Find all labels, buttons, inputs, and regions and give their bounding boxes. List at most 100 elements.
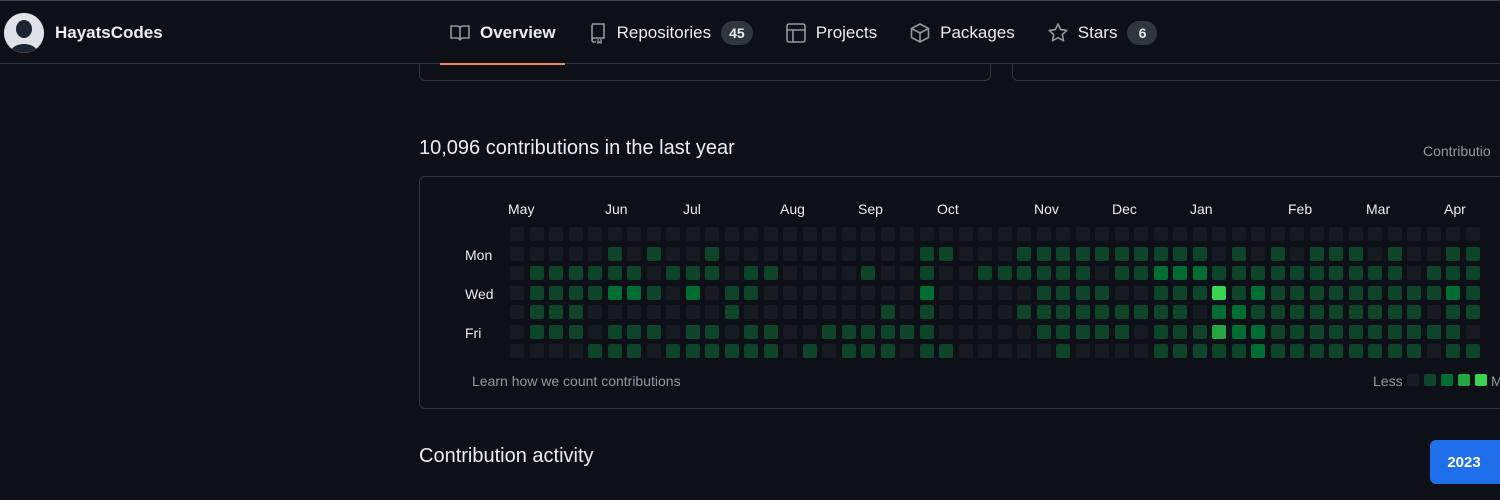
contribution-day-cell[interactable] [1095,324,1109,339]
contribution-day-cell[interactable] [978,246,992,261]
contribution-day-cell[interactable] [705,246,719,261]
contribution-day-cell[interactable] [841,305,856,319]
contribution-day-cell[interactable] [1387,227,1402,241]
contribution-day-cell[interactable] [705,344,719,358]
contribution-day-cell[interactable] [1212,285,1226,300]
contribution-day-cell[interactable] [783,285,797,300]
contribution-day-cell[interactable] [1075,344,1090,358]
contribution-day-cell[interactable] [1192,246,1207,261]
contribution-day-cell[interactable] [1075,246,1090,261]
contribution-day-cell[interactable] [958,285,973,300]
contribution-day-cell[interactable] [549,305,563,319]
contribution-day-cell[interactable] [880,324,895,339]
contribution-day-cell[interactable] [1095,305,1109,319]
contribution-day-cell[interactable] [1387,305,1402,319]
contribution-day-cell[interactable] [1153,246,1168,261]
contribution-day-cell[interactable] [939,305,953,319]
contribution-day-cell[interactable] [1348,227,1363,241]
contribution-day-cell[interactable] [549,227,563,241]
contribution-day-cell[interactable] [1387,324,1402,339]
contribution-day-cell[interactable] [549,324,563,339]
contribution-day-cell[interactable] [1290,324,1304,339]
contribution-day-cell[interactable] [900,344,914,358]
contribution-day-cell[interactable] [783,266,797,280]
contribution-day-cell[interactable] [1134,246,1148,261]
contribution-day-cell[interactable] [1251,246,1265,261]
contribution-day-cell[interactable] [685,246,700,261]
contribution-day-cell[interactable] [510,344,524,358]
contribution-day-cell[interactable] [685,305,700,319]
contribution-day-cell[interactable] [1426,246,1441,261]
contribution-day-cell[interactable] [958,305,973,319]
contribution-day-cell[interactable] [1407,305,1421,319]
contribution-day-cell[interactable] [1212,305,1226,319]
tab-packages[interactable]: Packages [900,1,1024,65]
contribution-day-cell[interactable] [1446,246,1460,261]
contribution-day-cell[interactable] [1114,344,1129,358]
contribution-day-cell[interactable] [627,344,641,358]
contribution-day-cell[interactable] [1212,246,1226,261]
contribution-day-cell[interactable] [919,285,934,300]
contribution-day-cell[interactable] [1309,305,1324,319]
contribution-day-cell[interactable] [1017,324,1031,339]
contribution-day-cell[interactable] [900,305,914,319]
contribution-day-cell[interactable] [978,227,992,241]
year-2023-button[interactable]: 2023 [1430,440,1500,484]
contribution-day-cell[interactable] [1446,227,1460,241]
contribution-day-cell[interactable] [978,344,992,358]
contribution-day-cell[interactable] [549,266,563,280]
contribution-day-cell[interactable] [607,266,622,280]
contribution-day-cell[interactable] [1348,344,1363,358]
contribution-day-cell[interactable] [1426,285,1441,300]
contribution-day-cell[interactable] [997,305,1012,319]
contribution-day-cell[interactable] [1231,344,1246,358]
contribution-day-cell[interactable] [607,285,622,300]
contribution-day-cell[interactable] [997,285,1012,300]
contribution-day-cell[interactable] [1270,324,1285,339]
contribution-day-cell[interactable] [1387,344,1402,358]
contribution-day-cell[interactable] [1329,266,1343,280]
contribution-day-cell[interactable] [958,324,973,339]
contribution-day-cell[interactable] [997,324,1012,339]
contribution-day-cell[interactable] [1251,227,1265,241]
contribution-day-cell[interactable] [1134,344,1148,358]
contribution-day-cell[interactable] [705,227,719,241]
contribution-day-cell[interactable] [939,266,953,280]
contribution-day-cell[interactable] [1114,285,1129,300]
contribution-day-cell[interactable] [1017,227,1031,241]
contribution-day-cell[interactable] [705,324,719,339]
contribution-day-cell[interactable] [1329,305,1343,319]
contribution-day-cell[interactable] [1290,305,1304,319]
contribution-day-cell[interactable] [549,246,563,261]
contribution-day-cell[interactable] [705,305,719,319]
contribution-day-cell[interactable] [1270,285,1285,300]
contribution-day-cell[interactable] [1446,305,1460,319]
contribution-day-cell[interactable] [1251,324,1265,339]
contribution-day-cell[interactable] [1212,324,1226,339]
contribution-day-cell[interactable] [1270,266,1285,280]
contribution-day-cell[interactable] [1270,227,1285,241]
contribution-day-cell[interactable] [1134,227,1148,241]
contribution-day-cell[interactable] [568,305,583,319]
contribution-day-cell[interactable] [1368,324,1382,339]
contribution-day-cell[interactable] [1095,285,1109,300]
contribution-day-cell[interactable] [958,344,973,358]
contribution-day-cell[interactable] [744,344,758,358]
contribution-day-cell[interactable] [1192,324,1207,339]
contribution-day-cell[interactable] [783,246,797,261]
contribution-day-cell[interactable] [763,305,778,319]
contribution-day-cell[interactable] [1134,266,1148,280]
contribution-day-cell[interactable] [763,266,778,280]
contribution-day-cell[interactable] [607,305,622,319]
contribution-day-cell[interactable] [1329,227,1343,241]
contribution-day-cell[interactable] [666,285,680,300]
contribution-day-cell[interactable] [919,305,934,319]
contribution-day-cell[interactable] [1387,285,1402,300]
contribution-day-cell[interactable] [880,285,895,300]
contribution-day-cell[interactable] [627,227,641,241]
contribution-day-cell[interactable] [646,246,661,261]
contribution-day-cell[interactable] [529,285,544,300]
contribution-day-cell[interactable] [588,285,602,300]
contribution-day-cell[interactable] [900,285,914,300]
contribution-day-cell[interactable] [822,227,836,241]
